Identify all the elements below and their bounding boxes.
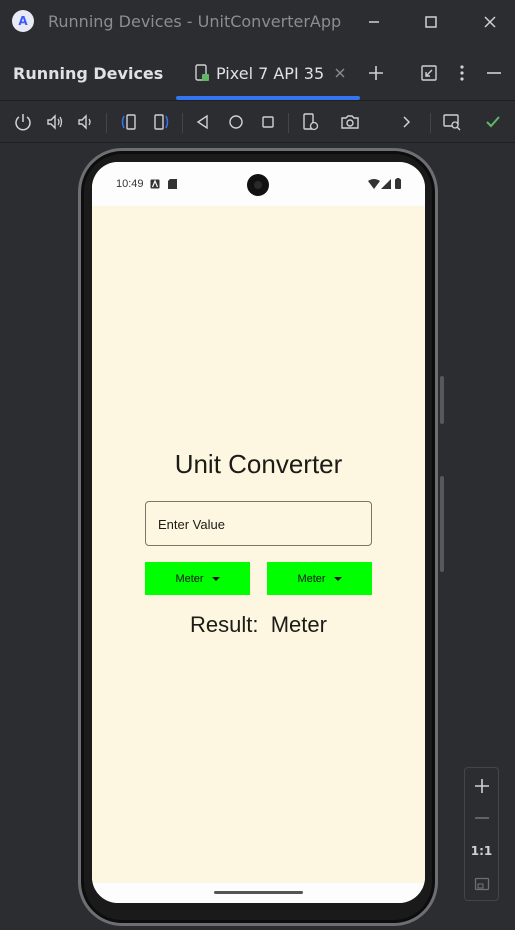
minimize-button[interactable]	[362, 10, 386, 34]
window-search-icon	[443, 114, 461, 131]
active-tab-indicator	[176, 96, 360, 100]
phone-volume-rocker	[440, 476, 444, 572]
running-devices-label: Running Devices	[13, 64, 164, 83]
checkmark-icon	[486, 116, 500, 128]
phone-side-button	[440, 376, 444, 424]
dropdown-arrow-icon	[333, 576, 342, 581]
volume-down-button[interactable]	[74, 110, 98, 134]
rotate-right-icon	[154, 114, 169, 130]
to-unit-dropdown[interactable]: Meter	[267, 562, 372, 595]
toolbar-divider	[430, 113, 431, 133]
zoom-in-plus-icon	[474, 779, 489, 793]
power-icon	[15, 114, 31, 131]
minimize-icon	[369, 21, 379, 23]
more-actions-button[interactable]	[394, 110, 418, 134]
volume-down-icon	[78, 114, 91, 130]
screenshot-button[interactable]	[338, 110, 362, 134]
device-settings-button[interactable]	[298, 110, 322, 134]
zoom-actual-size-button[interactable]: 1:1	[465, 844, 498, 858]
device-tab-icon	[195, 64, 209, 81]
more-vertical-icon	[460, 65, 464, 81]
gesture-nav-bar	[92, 883, 425, 903]
window-title: Running Devices - UnitConverterApp	[48, 12, 342, 31]
enter-value-field[interactable]	[145, 501, 372, 546]
zoom-controls: 1:1	[464, 767, 499, 901]
unit-converter-app: Unit Converter Meter Meter Result: Meter	[92, 206, 425, 883]
from-unit-dropdown[interactable]: Meter	[145, 562, 250, 595]
camera-icon	[341, 115, 359, 129]
wifi-icon	[368, 179, 380, 189]
toolbar-divider	[106, 113, 107, 133]
front-camera	[247, 174, 269, 196]
maximize-button[interactable]	[419, 10, 443, 34]
status-bar: 10:49	[92, 162, 425, 206]
maximize-icon	[425, 16, 437, 28]
close-icon	[484, 16, 496, 28]
battery-icon	[395, 178, 401, 189]
minus-icon	[487, 72, 501, 74]
rotate-left-icon	[121, 114, 136, 130]
hide-panel-button[interactable]	[483, 62, 505, 84]
toolbar-divider	[288, 113, 289, 133]
result-text: Result: Meter	[92, 612, 425, 638]
overview-button[interactable]	[256, 110, 280, 134]
power-button[interactable]	[11, 110, 35, 134]
result-value: Meter	[270, 612, 327, 637]
close-window-button[interactable]	[478, 10, 502, 34]
value-input[interactable]	[158, 514, 358, 534]
more-options-button[interactable]	[451, 62, 473, 84]
sim-card-icon	[168, 179, 177, 189]
confirm-button[interactable]	[481, 110, 505, 134]
zoom-fit-button[interactable]	[465, 872, 498, 896]
mirroring-inspect-button[interactable]	[440, 110, 464, 134]
overview-square-icon	[262, 116, 274, 128]
home-circle-icon	[229, 115, 243, 129]
zoom-in-button[interactable]	[465, 774, 498, 798]
back-button[interactable]	[191, 110, 215, 134]
tab-close-icon[interactable]	[334, 64, 346, 83]
from-unit-label: Meter	[175, 572, 204, 585]
app-heading: Unit Converter	[174, 449, 343, 479]
home-button[interactable]	[224, 110, 248, 134]
device-settings-icon	[303, 113, 319, 131]
tab-label: Pixel 7 API 35	[216, 64, 325, 83]
android-studio-logo-icon: A	[12, 10, 34, 32]
rotate-left-button[interactable]	[116, 110, 140, 134]
window-titlebar: A Running Devices - UnitConverterApp	[0, 0, 515, 44]
cell-signal-icon	[381, 179, 391, 189]
chevron-right-icon	[403, 116, 411, 128]
device-screen[interactable]: 10:49 Unit Converter Meter Meter Result:…	[92, 162, 425, 903]
volume-up-button[interactable]	[43, 110, 67, 134]
dropdown-arrow-icon	[211, 576, 220, 581]
zoom-out-minus-icon	[474, 817, 489, 819]
home-gesture-handle[interactable]	[214, 891, 303, 894]
tab-pixel-7-api-35[interactable]: Pixel 7 API 35	[176, 44, 360, 101]
device-controls-toolbar	[0, 101, 515, 143]
collapse-icon	[421, 65, 437, 81]
volume-up-icon	[47, 114, 63, 130]
rotate-right-button[interactable]	[150, 110, 174, 134]
back-triangle-icon	[196, 114, 208, 130]
notification-a-icon	[150, 179, 160, 189]
result-label: Result:	[190, 612, 259, 637]
restore-layout-button[interactable]	[418, 62, 440, 84]
to-unit-label: Meter	[297, 572, 326, 585]
plus-icon	[369, 66, 383, 80]
tool-window-header: Running Devices Pixel 7 API 35	[0, 44, 515, 101]
status-time: 10:49	[116, 178, 144, 190]
add-device-button[interactable]	[365, 62, 387, 84]
toolbar-divider	[182, 113, 183, 133]
fit-screen-icon	[474, 877, 489, 891]
zoom-out-button[interactable]	[465, 806, 498, 830]
